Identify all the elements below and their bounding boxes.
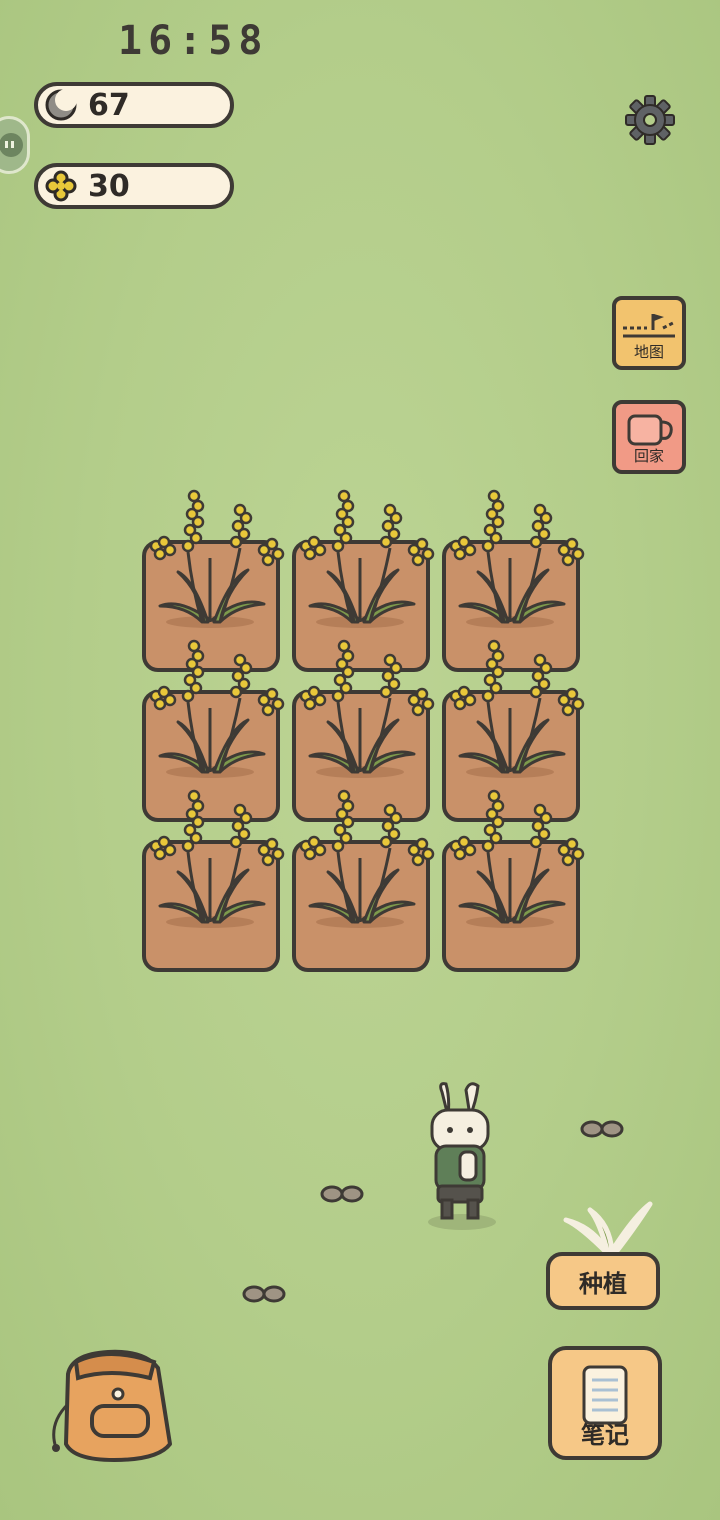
garden-plot[interactable] [140, 638, 286, 822]
map-flag-icon [623, 314, 676, 338]
map-button-label: 地图 [633, 343, 664, 361]
gear-icon[interactable] [624, 94, 676, 146]
pebble [242, 1285, 286, 1303]
sprout-icon [563, 1201, 653, 1256]
clover-count: 30 [88, 168, 130, 204]
garden-plot[interactable] [140, 488, 286, 672]
moon-count: 67 [88, 87, 130, 123]
pebble [580, 1120, 624, 1138]
garden-plot[interactable] [290, 638, 436, 822]
garden-plot[interactable] [290, 488, 436, 672]
home-button[interactable]: 回家 [612, 400, 686, 474]
notes-button[interactable]: 笔记 [548, 1346, 662, 1460]
moon-icon [45, 89, 77, 121]
clover-icon [45, 170, 77, 202]
plant-button[interactable]: 种植 [546, 1252, 660, 1310]
garden-plot[interactable] [440, 638, 586, 822]
clock-time: 16:58 [118, 18, 269, 64]
map-button[interactable]: 地图 [612, 296, 686, 370]
garden-field [140, 488, 586, 982]
notebook-icon [582, 1365, 628, 1425]
garden-plot[interactable] [290, 788, 436, 972]
drawer-handle-icon [0, 133, 23, 157]
backpack-icon[interactable] [48, 1344, 182, 1464]
garden-plot[interactable] [440, 488, 586, 672]
rabbit-character[interactable] [420, 1082, 504, 1232]
garden-plot[interactable] [440, 788, 586, 972]
pebble [320, 1185, 364, 1203]
garden-plot[interactable] [140, 788, 286, 972]
side-drawer-tab[interactable] [0, 116, 30, 174]
moon-currency-pill: 67 [34, 82, 234, 128]
cup-icon [627, 414, 673, 446]
clover-currency-pill: 30 [34, 163, 234, 209]
